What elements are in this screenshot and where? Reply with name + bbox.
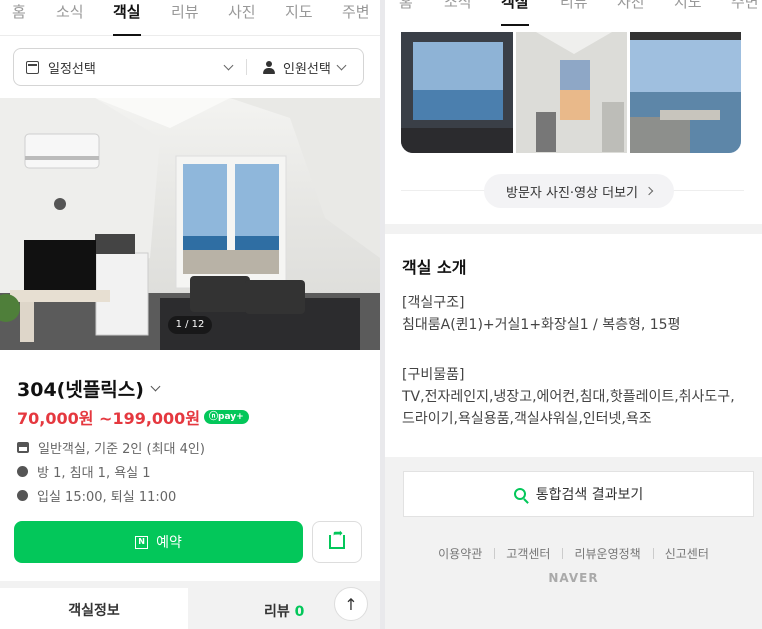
- integrated-search-button[interactable]: 통합검색 결과보기: [403, 471, 754, 517]
- bed-icon: [17, 442, 29, 453]
- naver-booking-icon: N: [135, 535, 149, 549]
- tab-rooms[interactable]: 객실: [501, 0, 529, 26]
- gallery-photo-harbor: [630, 32, 741, 153]
- photo-counter: 1 / 12: [168, 316, 212, 334]
- footer-link-report[interactable]: 신고센터: [652, 545, 721, 562]
- tab-news[interactable]: 소식: [444, 0, 472, 26]
- tab-room-reviews[interactable]: 리뷰 0: [264, 601, 304, 621]
- room-type-text: 일반객실, 기준 2인 (최대 4인): [38, 442, 205, 457]
- review-tab-label: 리뷰: [264, 604, 290, 620]
- gallery-photo-room: [515, 32, 628, 153]
- room-detail-panel: 홈 소식 객실 리뷰 사진 지도 주변 일정선택 인원선택 1 / 12 304…: [0, 0, 380, 629]
- integrated-search-label: 통합검색 결과보기: [535, 487, 644, 503]
- amenity-text-line1: TV,전자레인지,냉장고,에어컨,침대,핫플레이트,취사도구,: [402, 389, 735, 405]
- checkin-text: 입실 15:00, 퇴실 11:00: [37, 490, 177, 505]
- gallery-photo-sea-window: [401, 32, 513, 153]
- chevron-down-icon: [150, 381, 161, 392]
- footer-links: 이용약관 고객센터 리뷰운영정책 신고센터: [385, 545, 762, 562]
- tab-rooms[interactable]: 객실: [113, 0, 141, 36]
- tab-map[interactable]: 지도: [285, 0, 313, 36]
- gallery-photo[interactable]: [630, 32, 741, 153]
- tab-reviews[interactable]: 리뷰: [560, 0, 588, 26]
- gallery-photo[interactable]: [401, 32, 513, 153]
- date-select-label: 일정선택: [48, 61, 96, 77]
- npay-badge: ⓝpay+: [204, 410, 249, 424]
- room-name-text: 304(넷플릭스): [17, 379, 144, 401]
- tab-nearby[interactable]: 주변: [342, 0, 370, 36]
- amenity-text-line2: 드라이기,욕실용품,객실샤워실,인터넷,욕조: [402, 411, 652, 427]
- visitor-media-more-button[interactable]: 방문자 사진·영상 더보기: [484, 174, 674, 208]
- visitor-photo-gallery: [401, 32, 741, 153]
- tab-nearby[interactable]: 주변: [731, 0, 759, 26]
- checkin-info: 입실 15:00, 퇴실 11:00: [17, 486, 176, 505]
- chevron-down-icon: [336, 60, 347, 70]
- tab-news[interactable]: 소식: [56, 0, 84, 36]
- reserve-label: 예약: [156, 535, 182, 551]
- naver-logo[interactable]: NAVER: [385, 571, 762, 585]
- room-count-info: 방 1, 침대 1, 욕실 1: [17, 462, 151, 481]
- footer-link-terms[interactable]: 이용약관: [426, 545, 494, 562]
- booking-filter-bar: 일정선택 인원선택: [13, 48, 364, 86]
- review-count: 0: [294, 604, 305, 620]
- person-icon: [263, 60, 275, 74]
- room-photo-illustration: [0, 98, 380, 350]
- date-select[interactable]: 일정선택: [14, 58, 246, 77]
- chevron-down-icon: [223, 60, 234, 70]
- gallery-photo[interactable]: [515, 32, 628, 153]
- bottom-tab-bar: 객실정보 리뷰 0: [0, 581, 380, 629]
- footer-link-support[interactable]: 고객센터: [494, 545, 562, 562]
- structure-text: 침대룸A(퀸1)+거실1+화장실1 / 복층형, 15평: [402, 317, 681, 333]
- tab-map[interactable]: 지도: [674, 0, 702, 26]
- people-select[interactable]: 인원선택: [247, 58, 363, 77]
- tab-photos[interactable]: 사진: [228, 0, 256, 36]
- room-count-text: 방 1, 침대 1, 욕실 1: [37, 466, 151, 481]
- structure-heading: [객실구조]: [402, 295, 465, 311]
- footer-link-review-policy[interactable]: 리뷰운영정책: [562, 545, 652, 562]
- tab-home[interactable]: 홈: [12, 0, 26, 36]
- visitor-media-more-label: 방문자 사진·영상 더보기: [506, 185, 638, 201]
- room-intro-title: 객실 소개: [402, 258, 467, 277]
- chevron-right-icon: [644, 186, 654, 196]
- clock-icon: [17, 490, 28, 501]
- room-price: 70,000원 ~199,000원 ⓝpay+: [17, 405, 249, 429]
- room-name[interactable]: 304(넷플릭스): [17, 375, 161, 402]
- place-tab-bar: 홈 소식 객실 리뷰 사진 지도 주변: [385, 0, 762, 26]
- tab-room-info[interactable]: 객실정보: [0, 588, 188, 629]
- search-icon: [513, 488, 526, 500]
- amenity-heading: [구비물품]: [402, 367, 465, 383]
- tab-reviews[interactable]: 리뷰: [171, 0, 199, 36]
- tab-photos[interactable]: 사진: [617, 0, 645, 26]
- room-type-info: 일반객실, 기준 2인 (최대 4인): [17, 438, 205, 457]
- share-icon: [329, 526, 345, 549]
- calendar-icon: [26, 60, 39, 74]
- reserve-button[interactable]: N 예약: [14, 521, 303, 563]
- info-icon: [17, 466, 28, 477]
- share-button[interactable]: [312, 521, 362, 563]
- people-select-label: 인원선택: [283, 61, 331, 77]
- place-tab-bar: 홈 소식 객실 리뷰 사진 지도 주변: [0, 0, 380, 36]
- price-text: 70,000원 ~199,000원: [17, 409, 201, 428]
- room-photo[interactable]: [0, 98, 380, 350]
- section-gap: [385, 224, 762, 234]
- tab-home[interactable]: 홈: [399, 0, 413, 26]
- room-intro-panel: 홈 소식 객실 리뷰 사진 지도 주변 방문자 사진·영상 더보기 객실 소개 …: [385, 0, 762, 629]
- scroll-to-top-button[interactable]: ↑: [334, 587, 368, 621]
